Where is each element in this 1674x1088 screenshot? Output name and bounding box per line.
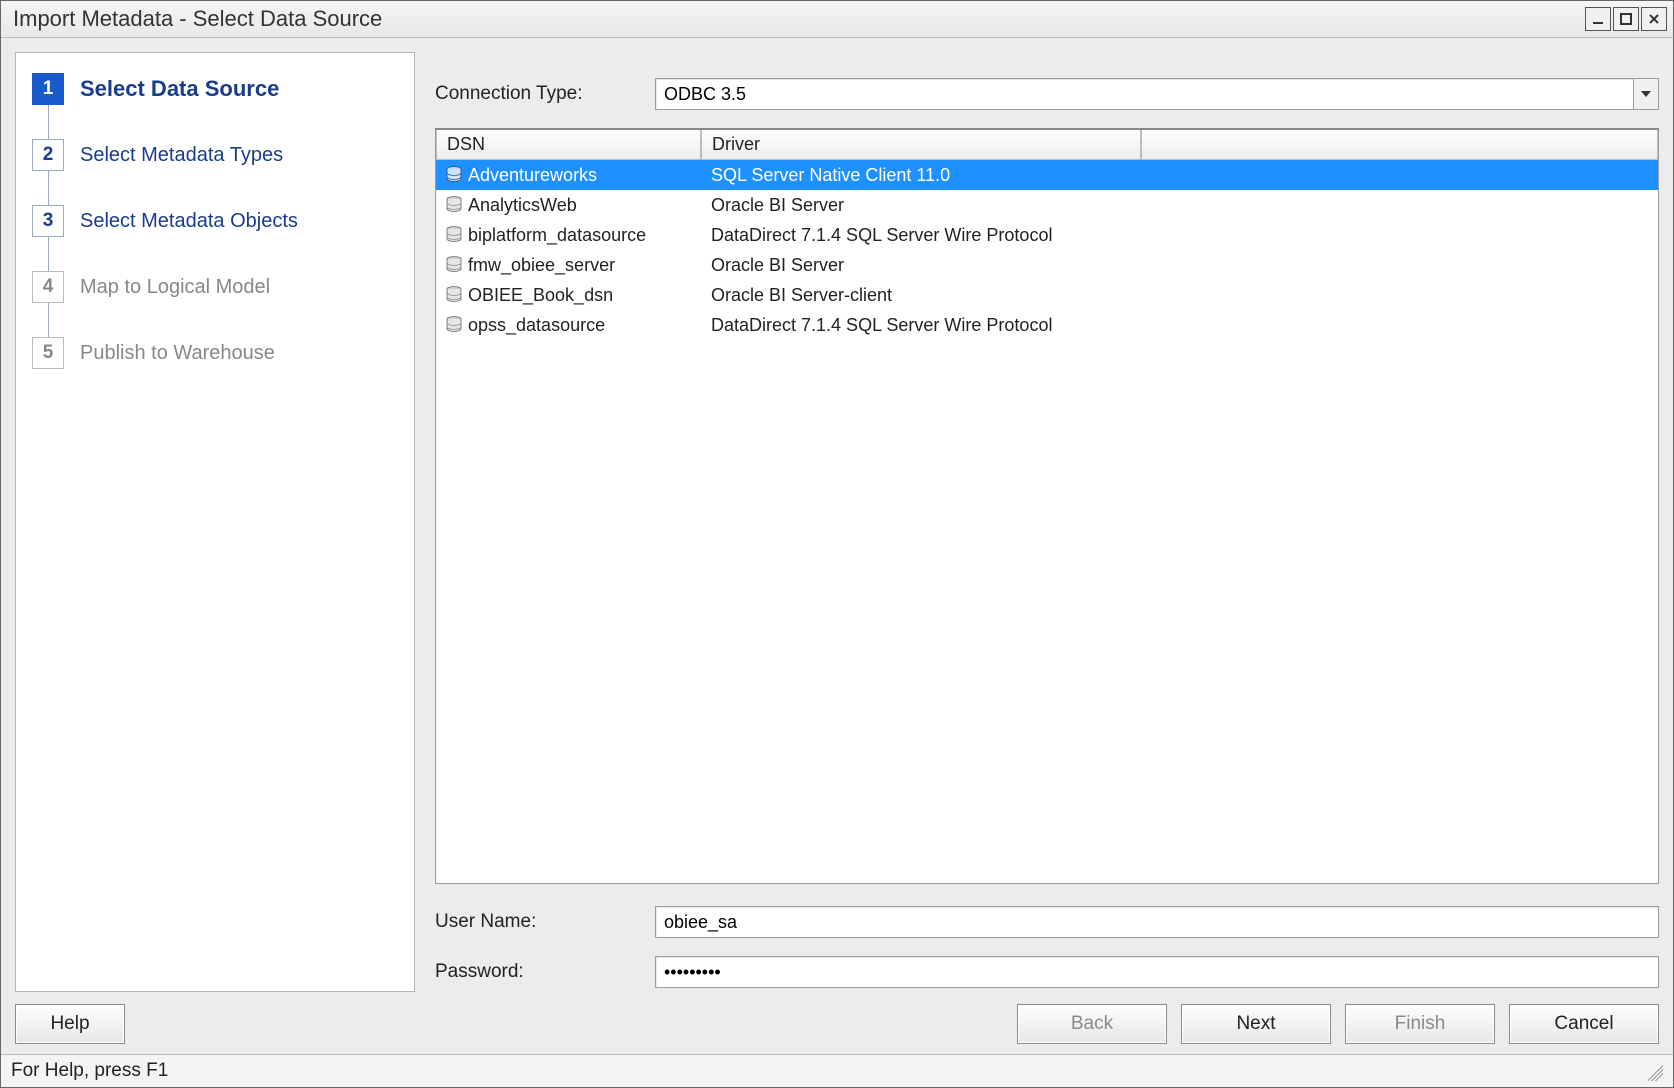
back-button[interactable]: Back xyxy=(1017,1004,1167,1044)
wizard-step-5: 5 Publish to Warehouse xyxy=(32,337,398,369)
window-controls xyxy=(1585,7,1667,31)
maximize-button[interactable] xyxy=(1613,7,1639,31)
connection-type-combo[interactable] xyxy=(655,78,1659,110)
database-icon xyxy=(446,196,462,214)
step-label: Select Data Source xyxy=(80,76,279,102)
minimize-button[interactable] xyxy=(1585,7,1611,31)
dsn-name: fmw_obiee_server xyxy=(468,255,615,276)
step-label: Select Metadata Objects xyxy=(80,210,298,233)
username-input[interactable] xyxy=(655,906,1659,938)
button-bar: Help Back Next Finish Cancel xyxy=(1,1000,1673,1054)
driver-cell: SQL Server Native Client 11.0 xyxy=(701,165,1141,186)
dsn-cell: Adventureworks xyxy=(436,165,701,186)
window-title: Import Metadata - Select Data Source xyxy=(13,6,1585,32)
step-number: 2 xyxy=(32,139,64,171)
cancel-button[interactable]: Cancel xyxy=(1509,1004,1659,1044)
dsn-name: AnalyticsWeb xyxy=(468,195,577,216)
dropdown-button[interactable] xyxy=(1633,78,1659,110)
database-icon xyxy=(446,286,462,304)
step-number: 3 xyxy=(32,205,64,237)
help-button[interactable]: Help xyxy=(15,1004,125,1044)
main-panel: Connection Type: DSN Driver Adventurewor… xyxy=(435,52,1659,992)
dsn-cell: opss_datasource xyxy=(436,315,701,336)
list-row[interactable]: biplatform_datasource DataDirect 7.1.4 SQ… xyxy=(436,220,1658,250)
step-label: Publish to Warehouse xyxy=(80,342,275,365)
list-row[interactable]: fmw_obiee_server Oracle BI Server xyxy=(436,250,1658,280)
dsn-name: biplatform_datasource xyxy=(468,225,646,246)
dsn-list-header: DSN Driver xyxy=(436,130,1658,160)
list-row[interactable]: opss_datasource DataDirect 7.1.4 SQL Serv… xyxy=(436,310,1658,340)
password-input[interactable] xyxy=(655,956,1659,988)
step-number: 1 xyxy=(32,73,64,105)
step-label: Select Metadata Types xyxy=(80,144,283,167)
resize-grip-icon[interactable] xyxy=(1643,1061,1663,1081)
dsn-cell: fmw_obiee_server xyxy=(436,255,701,276)
driver-cell: DataDirect 7.1.4 SQL Server Wire Protoco… xyxy=(701,225,1141,246)
database-icon xyxy=(446,166,462,184)
wizard-step-1[interactable]: 1 Select Data Source xyxy=(32,73,398,105)
step-label: Map to Logical Model xyxy=(80,276,270,299)
driver-cell: DataDirect 7.1.4 SQL Server Wire Protoco… xyxy=(701,315,1141,336)
password-row: Password: xyxy=(435,956,1659,988)
col-header-dsn[interactable]: DSN xyxy=(436,130,701,160)
col-header-driver[interactable]: Driver xyxy=(701,130,1141,160)
dsn-cell: OBIEE_Book_dsn xyxy=(436,285,701,306)
dialog-body: 1 Select Data Source 2 Select Metadata Type… xyxy=(1,38,1673,1000)
dsn-list-body[interactable]: Adventureworks SQL Server Native Client 1… xyxy=(436,160,1658,883)
driver-cell: Oracle BI Server xyxy=(701,255,1141,276)
wizard-step-2[interactable]: 2 Select Metadata Types xyxy=(32,139,398,171)
list-row[interactable]: Adventureworks SQL Server Native Client 1… xyxy=(436,160,1658,190)
dsn-list[interactable]: DSN Driver Adventureworks SQL Server Nati… xyxy=(435,128,1659,884)
wizard-step-3[interactable]: 3 Select Metadata Objects xyxy=(32,205,398,237)
status-bar: For Help, press F1 xyxy=(1,1054,1673,1087)
database-icon xyxy=(446,226,462,244)
col-header-rest xyxy=(1141,130,1658,160)
connection-type-row: Connection Type: xyxy=(435,78,1659,110)
dialog-window: Import Metadata - Select Data Source 1 Se… xyxy=(0,0,1674,1088)
next-button[interactable]: Next xyxy=(1181,1004,1331,1044)
dsn-cell: AnalyticsWeb xyxy=(436,195,701,216)
list-row[interactable]: AnalyticsWeb Oracle BI Server xyxy=(436,190,1658,220)
database-icon xyxy=(446,256,462,274)
connection-type-label: Connection Type: xyxy=(435,83,655,105)
username-label: User Name: xyxy=(435,911,655,933)
dsn-name: Adventureworks xyxy=(468,165,597,186)
finish-button[interactable]: Finish xyxy=(1345,1004,1495,1044)
step-number: 4 xyxy=(32,271,64,303)
title-bar: Import Metadata - Select Data Source xyxy=(1,1,1673,38)
driver-cell: Oracle BI Server xyxy=(701,195,1141,216)
database-icon xyxy=(446,316,462,334)
wizard-step-4: 4 Map to Logical Model xyxy=(32,271,398,303)
username-row: User Name: xyxy=(435,906,1659,938)
driver-cell: Oracle BI Server-client xyxy=(701,285,1141,306)
dsn-name: opss_datasource xyxy=(468,315,605,336)
dsn-name: OBIEE_Book_dsn xyxy=(468,285,613,306)
wizard-sidebar: 1 Select Data Source 2 Select Metadata Type… xyxy=(15,52,415,992)
close-button[interactable] xyxy=(1641,7,1667,31)
password-label: Password: xyxy=(435,961,655,983)
step-number: 5 xyxy=(32,337,64,369)
list-row[interactable]: OBIEE_Book_dsn Oracle BI Server-client xyxy=(436,280,1658,310)
connection-type-input[interactable] xyxy=(655,78,1633,110)
status-text: For Help, press F1 xyxy=(11,1060,168,1082)
dsn-cell: biplatform_datasource xyxy=(436,225,701,246)
